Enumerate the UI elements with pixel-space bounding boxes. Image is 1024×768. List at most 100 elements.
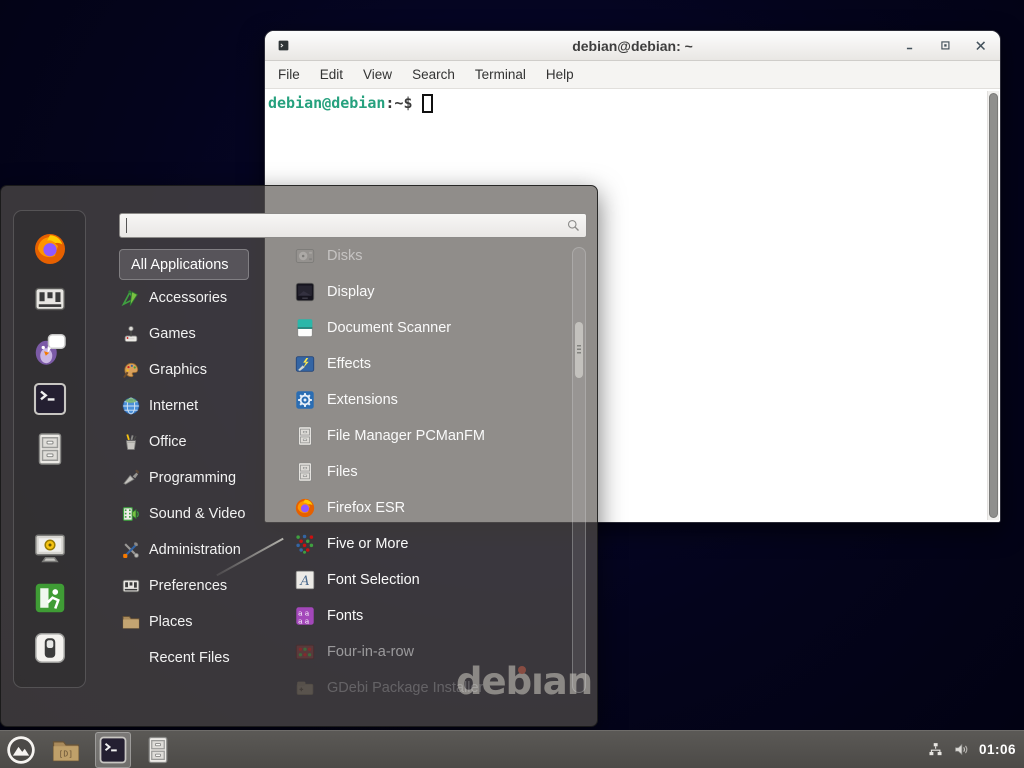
terminal-menu-view[interactable]: View [353,64,402,85]
settings-panel-icon [32,281,68,317]
fonts-icon: a aa a [294,605,316,627]
system-tray: 01:06 [927,741,1016,758]
favorite-firefox-icon[interactable] [32,231,68,267]
category-office[interactable]: Office [119,424,265,460]
filter-label: All Applications [131,257,229,273]
category-recent-files[interactable]: Recent Files [119,640,265,676]
terminal-titlebar[interactable]: debian@debian: ~ [265,31,1000,61]
terminal-menubar: FileEditViewSearchTerminalHelp [265,61,1000,89]
app-item-extensions[interactable]: Extensions [265,382,572,418]
app-item-files[interactable]: Files [265,454,572,490]
internet-icon [121,396,141,416]
taskbar-launcher-menu-logo-icon[interactable] [5,734,37,766]
display-icon [294,281,316,303]
taskbar-launchers: [D] [5,732,187,768]
four-in-a-row-icon [294,641,316,663]
favorite-power-switch-icon[interactable] [32,630,68,666]
svg-text:[D]: [D] [59,748,74,758]
category-preferences[interactable]: Preferences [119,568,265,604]
maximize-icon[interactable] [939,39,953,53]
terminal-icon [32,381,68,417]
app-item-five-or-more[interactable]: Five or More [265,526,572,562]
favorite-terminal-icon[interactable] [32,381,68,417]
terminal-menu-help[interactable]: Help [536,64,584,85]
places-icon [121,612,141,632]
app-item-firefox-esr[interactable]: Firefox ESR [265,490,572,526]
disks-icon [294,245,316,267]
svg-text:a a: a a [298,616,310,625]
app-item-file-manager-pcmanfm[interactable]: File Manager PCManFM [265,418,572,454]
app-list-scrollbar-handle[interactable] [575,322,583,378]
application-list: Disks Display Document Scanner Effects E… [265,238,572,706]
graphics-icon [121,360,141,380]
volume-icon[interactable] [953,741,970,758]
administration-icon [121,540,141,560]
category-places[interactable]: Places [119,604,265,640]
taskbar: [D] 01:06 [0,730,1024,768]
desktop: { "wallpaper": { "watermark_text": "debi… [0,0,1024,768]
window-terminal-icon [277,39,290,52]
terminal-menu-edit[interactable]: Edit [310,64,353,85]
magnifier-icon [566,218,581,233]
terminal-scrollbar-handle[interactable] [989,93,998,518]
category-accessories[interactable]: Accessories [119,280,265,316]
window-title: debian@debian: ~ [265,38,1000,54]
folder-icon: [D] [51,735,81,765]
terminal-menu-search[interactable]: Search [402,64,465,85]
terminal-menu-terminal[interactable]: Terminal [465,64,536,85]
favorite-settings-panel-icon[interactable] [32,281,68,317]
app-item-four-in-a-row[interactable]: Four-in-a-row [265,634,572,670]
app-item-disks[interactable]: Disks [265,238,572,274]
search-input[interactable] [119,213,587,238]
preferences-icon [121,576,141,596]
category-internet[interactable]: Internet [119,388,265,424]
taskbar-launcher-terminal-icon[interactable] [95,732,131,768]
app-item-effects[interactable]: Effects [265,346,572,382]
category-graphics[interactable]: Graphics [119,352,265,388]
file-cabinet-icon [32,431,68,467]
category-administration[interactable]: Administration [119,532,265,568]
gdebi-icon [294,677,316,699]
favorite-screensaver-icon[interactable] [32,530,68,566]
games-icon [121,324,141,344]
extensions-icon [294,389,316,411]
favorites-panel [13,210,86,688]
menu-logo-icon [6,735,36,765]
favorite-file-cabinet-icon[interactable] [32,431,68,467]
prompt-user-host: debian@debian [268,93,385,113]
file-cabinet-icon [143,735,173,765]
prompt-suffix: :~$ [385,93,412,113]
terminal-scrollbar-track [987,91,999,520]
taskbar-launcher-folder-icon[interactable]: [D] [50,734,82,766]
logout-icon [32,580,68,616]
category-games[interactable]: Games [119,316,265,352]
firefox-icon [294,497,316,519]
favorite-logout-icon[interactable] [32,580,68,616]
file-cabinet-icon [294,461,316,483]
font-selection-icon: A [294,569,316,591]
app-item-document-scanner[interactable]: Document Scanner [265,310,572,346]
app-item-gdebi-package-installer[interactable]: GDebi Package Installer [265,670,572,706]
taskbar-launcher-file-cabinet-icon[interactable] [142,734,174,766]
app-item-fonts[interactable]: a aa a Fonts [265,598,572,634]
terminal-menu-file[interactable]: File [268,64,310,85]
filter-all-applications[interactable]: All Applications [119,249,249,280]
terminal-icon [98,735,128,765]
app-item-display[interactable]: Display [265,274,572,310]
document-scanner-icon [294,317,316,339]
screensaver-icon [32,530,68,566]
sound-video-icon [121,504,141,524]
app-item-font-selection[interactable]: A Font Selection [265,562,572,598]
favorite-pidgin-icon[interactable] [32,331,68,367]
close-icon[interactable] [974,39,988,53]
svg-text:A: A [299,574,309,589]
category-sound-video[interactable]: Sound & Video [119,496,265,532]
text-caret [126,218,127,233]
effects-icon [294,353,316,375]
tray-icons [927,741,970,758]
minimize-icon[interactable] [904,39,918,53]
five-or-more-icon [294,533,316,555]
search-row [119,213,587,238]
category-programming[interactable]: Programming [119,460,265,496]
network-icon[interactable] [927,741,944,758]
